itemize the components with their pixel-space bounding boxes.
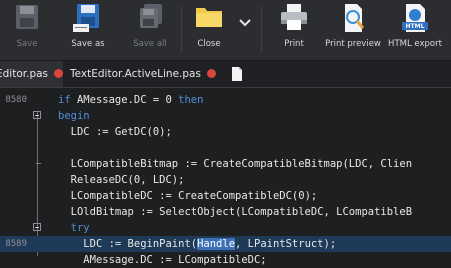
chevron-down-icon [239,19,251,27]
code-line[interactable]: LDC := GetDC(0); [0,124,451,140]
floppy-icon [16,5,38,29]
code-token: ReleaseDC( [70,174,134,186]
folder-icon [196,8,222,27]
toolbar-separator [261,6,262,52]
code-line[interactable]: try [0,220,451,236]
floppy-multiple-icon [140,4,162,28]
keyword-token: then [178,94,204,106]
fold-tick-icon [36,163,41,164]
code-token: LDC := BeginPaint( [83,238,198,250]
line-number: 8580 [5,95,27,105]
code-token: , LDC); [140,174,185,186]
close-dropdown-button[interactable] [234,10,256,36]
modified-indicator-icon [206,68,216,78]
tab-label: TextEditor.ActiveLine.pas [70,68,201,80]
print-preview-label: Print preview [325,39,381,49]
toolbar: Save Save as Save all Close Print Print … [0,0,451,61]
collapse-icon[interactable] [33,111,41,119]
code-text: LOldBitmap := SelectObject(LCompatibleDC… [58,204,412,220]
close-button[interactable]: Close [188,0,230,60]
save-as-button[interactable]: Save as [62,0,114,60]
html-export-button[interactable]: HTML HTML export [385,0,445,60]
printer-icon [281,4,307,30]
save-button[interactable]: Save [5,0,49,60]
code-text: begin [58,108,90,124]
tab-label: Editor.pas [0,68,49,80]
code-token: LCompatibleDC := CreateCompatibleDC( [70,190,299,202]
code-text: AMessage.DC := LCompatibleDC; [58,252,266,268]
code-text: try [58,220,90,236]
code-editor[interactable]: 8580 if AMessage.DC = 0 then begin LDC := … [0,88,451,266]
active-code-line[interactable]: 8589 LDC := BeginPaint(Handle, LPaintStr… [0,236,451,252]
code-token: , LPaintStruct); [235,238,337,250]
save-as-label: Save as [71,39,105,49]
code-line[interactable]: LCompatibleDC := CreateCompatibleDC(0); [0,188,451,204]
code-token: LOldBitmap := SelectObject(LCompatibleDC… [70,206,413,218]
code-text: LCompatibleDC := CreateCompatibleDC(0); [58,188,318,204]
code-line[interactable]: LOldBitmap := SelectObject(LCompatibleDC… [0,204,451,220]
line-number: 8589 [5,239,27,249]
code-token: LCompatibleBitmap := CreateCompatibleBit… [70,158,413,170]
toolbar-separator [181,6,182,52]
save-all-label: Save all [133,39,167,49]
code-text: LDC := BeginPaint(Handle, LPaintStruct); [58,236,336,252]
html-export-label: HTML export [388,39,442,49]
close-label: Close [197,39,221,49]
code-line[interactable]: 8580 if AMessage.DC = 0 then [0,92,451,108]
code-text: LCompatibleBitmap := CreateCompatibleBit… [58,156,412,172]
code-token: AMessage.DC = [70,94,166,106]
code-line[interactable]: LCompatibleBitmap := CreateCompatibleBit… [0,156,451,172]
print-preview-button[interactable]: Print preview [325,0,381,60]
code-text: ReleaseDC(0, LDC); [58,172,185,188]
code-line[interactable]: AMessage.DC := LCompatibleDC; [0,252,451,268]
code-token: ); [304,190,318,202]
print-preview-icon [345,4,365,32]
print-label: Print [284,39,304,49]
code-text: if AMessage.DC = 0 then [58,92,203,108]
collapse-icon[interactable] [33,223,41,231]
new-tab-button[interactable] [230,66,244,82]
new-document-icon [232,67,242,81]
tab-editor-pas[interactable]: Editor.pas [0,61,64,87]
modified-indicator-icon [54,68,64,78]
code-line[interactable]: ReleaseDC(0, LDC); [0,172,451,188]
code-line[interactable] [0,140,451,156]
html-badge-text: HTML [405,23,425,30]
save-label: Save [16,39,38,49]
code-text: LDC := GetDC(0); [58,124,172,140]
save-all-button[interactable]: Save all [126,0,174,60]
tab-texteditor-activeline-pas[interactable]: TextEditor.ActiveLine.pas [70,61,220,87]
tab-bar: Editor.pas TextEditor.ActiveLine.pas [0,61,451,88]
selected-text: Handle [197,238,236,250]
keyword-token: begin [58,110,90,122]
floppy-as-icon [73,4,99,32]
keyword-token: if [58,94,71,106]
code-token: ); [159,126,172,138]
code-token: LDC := GetDC( [70,126,153,138]
print-button[interactable]: Print [272,0,316,60]
keyword-token: try [70,222,90,234]
code-line[interactable]: begin [0,108,451,124]
